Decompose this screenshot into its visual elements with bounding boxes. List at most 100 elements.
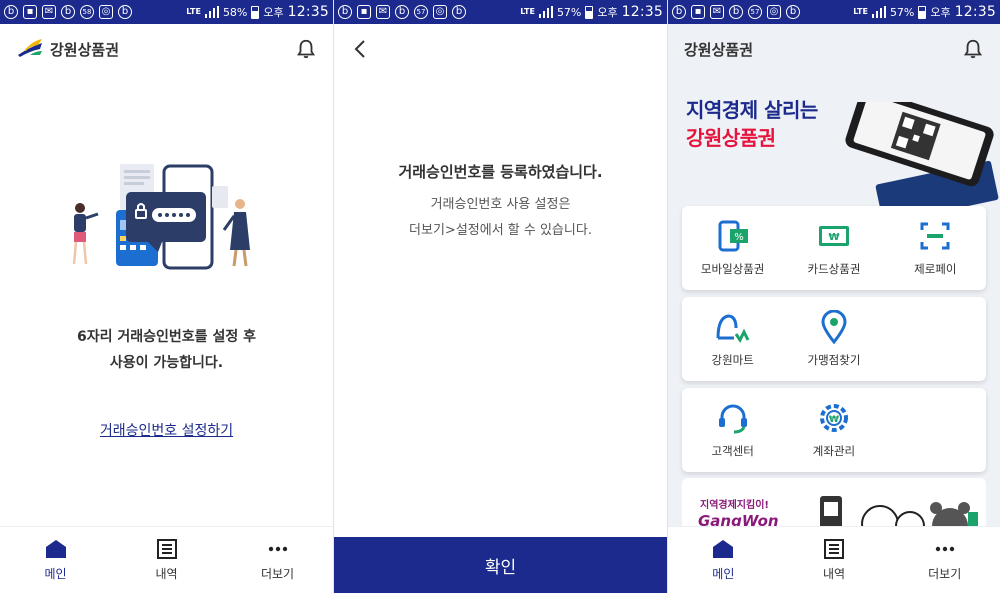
menu-label: 계좌관리 [812, 444, 856, 458]
signal-icon [871, 6, 886, 18]
svg-text:%: % [734, 232, 744, 243]
menu-mobile-voucher[interactable]: % 모바일상품권 [682, 206, 783, 290]
hero-subtitle: 강원상품권 [686, 126, 776, 150]
home-icon [713, 539, 734, 558]
setup-message-line: 사용이 가능합니다. [109, 355, 224, 371]
nav-history[interactable]: 내역 [779, 527, 890, 593]
app-header: 강원상품권 [668, 24, 1000, 74]
svg-text:₩: ₩ [829, 415, 839, 425]
more-icon [268, 546, 287, 551]
completion-title: 거래승인번호를 등록하였습니다. [398, 163, 603, 181]
completion-description-line: 거래승인번호 사용 설정은 [430, 197, 571, 212]
menu-zeropay[interactable]: 제로페이 [885, 206, 986, 290]
setup-password-link[interactable]: 거래승인번호 설정하기 [0, 420, 333, 440]
completion-description: 거래승인번호 사용 설정은 더보기>설정에서 할 수 있습니다. [334, 192, 667, 244]
menu-mart[interactable]: 강원마트 [682, 297, 783, 381]
account-gear-icon: ₩ [819, 404, 848, 432]
mail-icon: ✉ [376, 5, 390, 19]
password-illustration [72, 164, 250, 270]
status-bar: b ▪ ✉ b 57 ◎ b LTE 57% 오후 12:35 [334, 0, 667, 24]
app-header [334, 24, 667, 74]
gallery-icon: ▪ [357, 5, 371, 19]
list-icon [824, 538, 844, 559]
hero-banner[interactable]: 지역경제 살리는 강원상품권 [668, 74, 1000, 212]
nav-more[interactable]: 더보기 [222, 527, 333, 593]
brand[interactable]: 강원상품권 [16, 39, 119, 60]
nav-history-label: 내역 [155, 566, 178, 581]
menu-store-finder[interactable]: 가맹점찾기 [783, 297, 884, 381]
menu-customer-center[interactable]: 고객센터 [682, 388, 783, 472]
location-pin-icon [821, 310, 847, 344]
time-period: 오후 [597, 6, 618, 19]
more-icon [935, 546, 954, 551]
app-notification-icon: b [786, 5, 800, 19]
bottom-nav: 메인 내역 더보기 [0, 526, 333, 593]
nav-more-label: 더보기 [928, 566, 962, 581]
clock: 12:35 [287, 4, 329, 20]
back-arrow-icon[interactable] [350, 38, 372, 60]
menu-label: 강원마트 [711, 353, 754, 367]
setup-message-line: 6자리 거래승인번호를 설정 후 [77, 329, 256, 345]
mobile-voucher-icon: % [718, 220, 748, 252]
app-notification-icon: b [395, 5, 409, 19]
brand-name: 강원상품권 [684, 40, 754, 59]
status-bar: b ▪ ✉ b 58 ◎ b LTE 58% 오후 12:35 [0, 0, 333, 24]
list-icon [156, 538, 177, 559]
instagram-icon: ◎ [99, 5, 113, 19]
hero-title: 지역경제 살리는 [686, 98, 818, 122]
gallery-icon: ▪ [23, 5, 37, 19]
menu-card: % 모바일상품권 ₩ 카드상품권 제로페이 [682, 206, 986, 290]
nav-home[interactable]: 메인 [0, 527, 111, 593]
screen-password-setup: b ▪ ✉ b 58 ◎ b LTE 58% 오후 12:35 강원상품권 6자… [0, 0, 333, 593]
screen-registration-complete: b ▪ ✉ b 57 ◎ b LTE 57% 오후 12:35 거래승인번호를 … [334, 0, 667, 593]
phone-qr-illustration [845, 102, 999, 212]
nav-history-label: 내역 [822, 566, 846, 581]
battery-icon [918, 5, 927, 19]
bell-icon[interactable] [962, 38, 984, 60]
menu-card: 강원마트 가맹점찾기 [682, 297, 986, 381]
app-notification-icon: b [672, 5, 686, 19]
app-notification-icon: b [338, 5, 352, 19]
confirm-button[interactable]: 확인 [334, 537, 667, 593]
app-notification-icon: b [452, 5, 466, 19]
app-notification-icon: b [118, 5, 132, 19]
menu-card-voucher[interactable]: ₩ 카드상품권 [783, 206, 884, 290]
battery-icon [251, 5, 260, 19]
brand[interactable]: 강원상품권 [684, 39, 753, 60]
menu-label: 제로페이 [914, 262, 957, 276]
screen-home: b ▪ ✉ b 57 ◎ b LTE 57% 오후 12:35 강원상품권 지역… [668, 0, 1000, 593]
nav-home-label: 메인 [712, 566, 735, 581]
menu-empty-slot [885, 388, 986, 472]
zeropay-scan-icon [920, 222, 950, 250]
menu-account-management[interactable]: ₩ 계좌관리 [783, 388, 884, 472]
time-period: 오후 [263, 6, 284, 19]
clock: 12:35 [621, 4, 663, 20]
app-header: 강원상품권 [0, 24, 333, 74]
battery-percent: 57% [889, 5, 915, 19]
promo-banner-text: 지역경제지킴이! [700, 500, 769, 511]
home-icon [45, 539, 66, 558]
nav-more[interactable]: 더보기 [889, 527, 1000, 593]
time-period: 오후 [930, 6, 951, 19]
signal-icon [204, 6, 219, 18]
bell-icon[interactable] [295, 38, 317, 60]
menu-label: 가맹점찾기 [807, 353, 861, 367]
network-type: LTE [520, 7, 535, 16]
bottom-nav: 메인 내역 더보기 [668, 526, 1000, 593]
gallery-icon: ▪ [691, 5, 705, 19]
headset-icon [718, 404, 747, 434]
notification-count-badge: 57 [414, 5, 428, 19]
gangwon-logo-icon [18, 39, 42, 57]
signal-icon [538, 6, 553, 18]
nav-home-label: 메인 [44, 566, 67, 581]
battery-percent: 58% [222, 5, 248, 19]
setup-message: 6자리 거래승인번호를 설정 후 사용이 가능합니다. [0, 324, 333, 376]
network-type: LTE [853, 7, 868, 16]
app-notification-icon: b [729, 5, 743, 19]
svg-text:₩: ₩ [828, 232, 839, 243]
nav-history[interactable]: 내역 [111, 527, 222, 593]
instagram-icon: ◎ [433, 5, 447, 19]
nav-home[interactable]: 메인 [668, 527, 779, 593]
menu-empty-slot [885, 297, 986, 381]
menu-label: 모바일상품권 [700, 262, 765, 276]
